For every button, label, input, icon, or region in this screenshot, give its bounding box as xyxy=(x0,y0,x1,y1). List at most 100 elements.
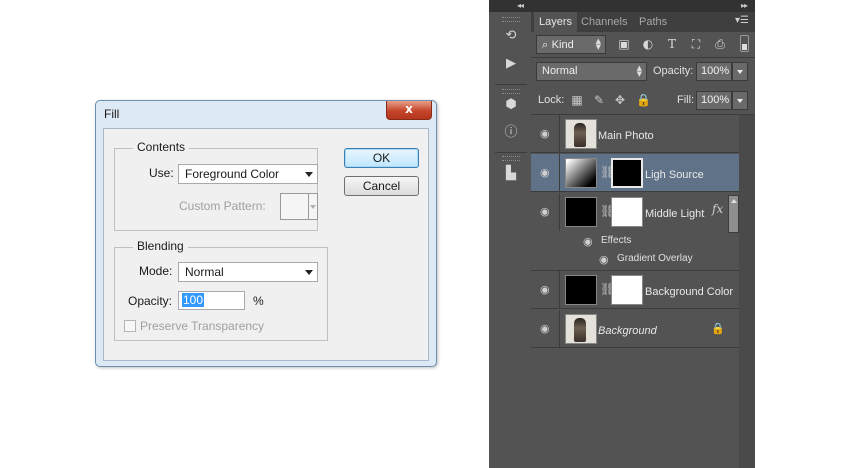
blend-mode-select[interactable]: Normal ▲ ▼ xyxy=(536,62,647,81)
eye-icon: ◉ xyxy=(540,205,550,218)
effect-row[interactable]: ◉ Gradient Overlay xyxy=(531,252,739,268)
tab-channels[interactable]: Channels xyxy=(576,12,632,32)
custom-pattern-label: Custom Pattern: xyxy=(179,199,266,213)
chevron-down-icon xyxy=(305,270,313,275)
visibility-toggle[interactable]: ◉ xyxy=(531,193,560,231)
layer-row[interactable]: ◉ ⛓ Background Color xyxy=(531,271,739,309)
layer-name: Ligh Source xyxy=(645,169,704,181)
layer-name: Main Photo xyxy=(598,130,654,142)
collapse-left-icon[interactable]: ◂◂ xyxy=(517,1,524,11)
mode-select-value: Normal xyxy=(185,265,224,279)
ok-button[interactable]: OK xyxy=(344,148,419,168)
panel-grip[interactable] xyxy=(502,17,520,22)
search-icon: ⌕ xyxy=(542,38,552,51)
lock-all-icon[interactable]: 🔒 xyxy=(636,93,651,107)
eye-icon[interactable]: ◉ xyxy=(599,254,609,265)
eye-icon: ◉ xyxy=(540,283,550,296)
panel-tabs: Layers Channels Paths ▾☰ xyxy=(531,12,755,32)
opacity-dropdown[interactable] xyxy=(732,62,748,81)
fill-dialog: Fill x Contents Use: Foreground Color Cu… xyxy=(95,100,437,367)
scrollbar-track[interactable] xyxy=(739,115,755,468)
dialog-title: Fill xyxy=(104,107,120,121)
layer-name: Background xyxy=(598,325,657,337)
mode-label: Mode: xyxy=(139,264,173,278)
panel-grip[interactable] xyxy=(502,89,520,94)
filter-kind-value: Kind xyxy=(551,39,574,51)
visibility-toggle[interactable]: ◉ xyxy=(531,271,560,308)
layer-name: Middle Light xyxy=(645,208,705,220)
effect-name: Gradient Overlay xyxy=(617,253,693,264)
fill-label: Fill: xyxy=(677,94,695,106)
lock-position-icon[interactable]: ✥ xyxy=(613,93,627,107)
panel-menu-icon[interactable]: ▾☰ xyxy=(735,15,749,26)
visibility-toggle[interactable]: ◉ xyxy=(531,115,560,152)
eye-icon: ◉ xyxy=(540,322,550,335)
opacity-unit: % xyxy=(253,294,264,308)
layer-mask-thumbnail[interactable] xyxy=(611,275,643,305)
divider xyxy=(495,84,527,85)
fill-field[interactable]: 100% xyxy=(696,91,732,110)
layer-thumbnail xyxy=(565,119,597,149)
shape-filter-icon[interactable]: ⛶ xyxy=(688,36,704,52)
use-select-value: Foreground Color xyxy=(185,167,280,181)
type-filter-icon[interactable]: T xyxy=(664,36,680,52)
preserve-transparency-label: Preserve Transparency xyxy=(140,319,265,333)
effects-row[interactable]: ◉ Effects xyxy=(531,234,739,250)
adjustment-filter-icon[interactable]: ◐ xyxy=(640,36,656,52)
pixel-filter-icon[interactable]: ▣ xyxy=(616,36,632,52)
3d-cube-icon[interactable]: ⬢ xyxy=(502,96,520,114)
lock-label: Lock: xyxy=(538,94,565,106)
layer-row[interactable]: ◉ ⛓ Middle Light fx xyxy=(531,193,739,231)
effects-label: Effects xyxy=(601,235,632,246)
custom-pattern-picker xyxy=(280,193,318,220)
blending-group: Blending Mode: Normal Opacity: 100 % Pre… xyxy=(114,239,328,341)
filter-toggle[interactable] xyxy=(740,35,749,52)
layer-row[interactable]: ◉ ⛓ Ligh Source xyxy=(531,154,739,192)
panel-grip[interactable] xyxy=(502,156,520,161)
collapse-right-icon[interactable]: ▸▸ xyxy=(741,1,748,11)
layer-name: Background Color xyxy=(645,286,734,298)
tab-paths[interactable]: Paths xyxy=(634,12,672,32)
lock-image-pixels-icon[interactable]: ✎ xyxy=(592,93,606,107)
eye-icon: ◉ xyxy=(540,166,550,179)
blending-group-title: Blending xyxy=(133,239,188,253)
fx-icon[interactable]: fx xyxy=(712,202,723,216)
visibility-toggle[interactable]: ◉ xyxy=(531,154,560,191)
use-select[interactable]: Foreground Color xyxy=(178,164,318,184)
tab-layers[interactable]: Layers xyxy=(534,12,578,32)
layer-thumbnail xyxy=(565,197,597,227)
use-label: Use: xyxy=(149,166,174,180)
filter-kind-select[interactable]: ⌕ Kind ▲ ▼ xyxy=(536,35,606,54)
mode-select[interactable]: Normal xyxy=(178,262,318,282)
close-button[interactable]: x xyxy=(386,101,432,120)
play-action-icon[interactable]: ▶ xyxy=(502,55,520,73)
updown-arrows-icon: ▲ ▼ xyxy=(595,37,601,51)
panel-dock-header xyxy=(489,0,755,12)
tool-presets-icon[interactable]: ▙ xyxy=(502,165,520,183)
visibility-toggle[interactable]: ◉ xyxy=(531,310,560,347)
layer-row[interactable]: ◉ Main Photo xyxy=(531,115,739,153)
chevron-down-icon xyxy=(310,205,316,209)
layer-thumbnail xyxy=(565,275,597,305)
dialog-body: Contents Use: Foreground Color Custom Pa… xyxy=(103,128,429,361)
blend-mode-value: Normal xyxy=(542,65,578,77)
layer-mask-thumbnail[interactable] xyxy=(611,158,643,188)
opacity-field[interactable]: 100% xyxy=(696,62,732,81)
divider xyxy=(308,194,309,219)
history-brush-icon[interactable]: ⟲ xyxy=(502,27,520,45)
info-icon[interactable]: ⓘ xyxy=(502,124,520,142)
layer-thumbnail xyxy=(565,314,597,344)
opacity-label: Opacity: xyxy=(128,294,173,308)
opacity-input[interactable]: 100 xyxy=(178,291,245,310)
smart-object-filter-icon[interactable]: ⎙ xyxy=(712,36,728,52)
lock-icon: 🔒 xyxy=(711,322,725,335)
fill-dropdown[interactable] xyxy=(732,91,748,110)
layer-row[interactable]: ◉ Background 🔒 xyxy=(531,310,739,348)
eye-icon[interactable]: ◉ xyxy=(583,236,593,247)
layer-mask-thumbnail[interactable] xyxy=(611,197,643,227)
preserve-transparency-checkbox[interactable] xyxy=(124,320,136,332)
lock-transparent-pixels-icon[interactable]: ▦ xyxy=(570,93,584,107)
cancel-button[interactable]: Cancel xyxy=(344,176,419,196)
opacity-label: Opacity: xyxy=(653,65,694,77)
updown-arrows-icon: ▲ ▼ xyxy=(636,64,642,78)
